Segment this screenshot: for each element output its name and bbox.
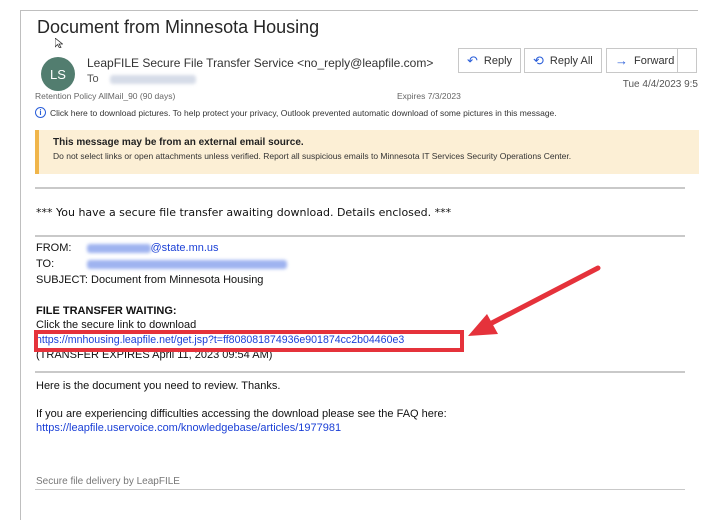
divider [35,235,685,237]
divider [35,187,685,189]
divider [35,371,685,373]
forward-button[interactable]: → Forward [606,48,684,73]
faq-link[interactable]: https://leapfile.uservoice.com/knowledge… [36,422,341,434]
faq-text: If you are experiencing difficulties acc… [36,408,447,420]
warning-detail: Do not select links or open attachments … [53,151,572,161]
reply-icon: ↶ [467,52,478,68]
subject-line: SUBJECT: Document from Minnesota Housing [36,274,264,286]
info-icon: i [35,107,46,118]
from-row: FROM: @state.mn.us [36,242,219,254]
reply-button[interactable]: ↶ Reply [458,48,522,73]
to-row-body: TO: [36,258,288,270]
email-subject: Document from Minnesota Housing [37,17,320,37]
link-highlight-box [34,330,464,352]
forward-label: Forward [634,54,675,67]
avatar[interactable]: LS [41,57,75,91]
email-reading-pane: Document from Minnesota Housing LS LeapF… [20,10,699,520]
to-label-body: TO: [36,258,55,270]
sender-name[interactable]: LeapFILE Secure File Transfer Service <n… [87,56,433,70]
external-warning-banner: This message may be from an external ema… [35,130,699,174]
redacted-sender [86,243,151,253]
redacted-recipient [87,259,288,269]
reply-all-icon: ⟲ [533,52,544,68]
forward-icon: → [615,53,628,68]
from-domain[interactable]: @state.mn.us [151,242,219,254]
info-text: Click here to download pictures. To help… [50,107,557,118]
divider [35,489,685,490]
footer-text: Secure file delivery by LeapFILE [36,476,180,487]
more-actions-button[interactable] [677,48,697,73]
download-pictures-bar[interactable]: i Click here to download pictures. To he… [35,107,557,118]
cursor-icon [55,38,63,48]
from-label: FROM: [36,242,72,254]
to-label: To [87,73,99,85]
redacted-recipient [109,74,196,84]
intro-text: *** You have a secure file transfer awai… [36,206,452,219]
file-transfer-title: FILE TRANSFER WAITING: [36,305,177,317]
reply-all-button[interactable]: ⟲ Reply All [524,48,602,73]
reply-label: Reply [483,54,513,67]
received-date: Tue 4/4/2023 9:5 [622,79,698,90]
expires-date: Expires 7/3/2023 [397,91,461,101]
reply-all-label: Reply All [549,54,593,67]
warning-title: This message may be from an external ema… [53,137,304,148]
retention-policy: Retention Policy AllMail_90 (90 days) [35,91,176,101]
to-row: To [87,73,196,85]
review-text: Here is the document you need to review.… [36,380,281,392]
